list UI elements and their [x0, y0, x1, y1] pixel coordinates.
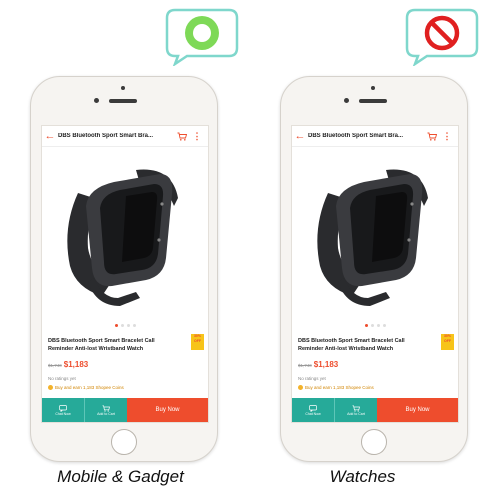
phone-frame: ← DBS Bluetooth Sport Smart Bra... ⋮ DBS… [280, 76, 468, 462]
chat-now-button[interactable]: Chat Now [292, 398, 334, 422]
indicator-dot[interactable] [126, 324, 130, 327]
original-price: $1,740 [48, 363, 62, 368]
coins-text: Buy and earn 1,183 Shopee Coins [55, 385, 124, 390]
sensor-dot [371, 86, 375, 90]
coins-row[interactable]: Buy and earn 1,183 Shopee Coins [48, 385, 124, 390]
coins-row[interactable]: Buy and earn 1,183 Shopee Coins [298, 385, 374, 390]
app-bar: ← DBS Bluetooth Sport Smart Bra... ⋮ [42, 126, 208, 147]
phone-top-bezel [31, 77, 217, 125]
product-image[interactable] [292, 148, 458, 318]
panel-mobile-gadget: ← DBS Bluetooth Sport Smart Bra... ⋮ DBS… [0, 0, 241, 497]
chat-icon [309, 404, 317, 412]
add-to-cart-icon [352, 404, 360, 412]
indicator-dot[interactable] [364, 324, 368, 327]
app-bar-title: DBS Bluetooth Sport Smart Bra... [308, 133, 404, 139]
discount-badge: 30% OFF [441, 334, 454, 350]
chat-now-button[interactable]: Chat Now [42, 398, 84, 422]
sensor-dot [121, 86, 125, 90]
chat-icon [59, 404, 67, 412]
discount-badge: 30% OFF [191, 334, 204, 350]
phone-top-bezel [281, 77, 467, 125]
indicator-dot[interactable] [132, 324, 136, 327]
category-caption: Watches [329, 467, 396, 486]
speaker-grill [109, 99, 137, 103]
ratings-text: No ratings yet [298, 376, 326, 381]
add-to-cart-icon [102, 404, 110, 412]
coins-text: Buy and earn 1,183 Shopee Coins [305, 385, 374, 390]
speaker-grill [359, 99, 387, 103]
add-to-cart-button[interactable]: Add to Cart [84, 398, 127, 422]
app-bar: ← DBS Bluetooth Sport Smart Bra... ⋮ [292, 126, 458, 147]
chat-now-label: Chat Now [305, 411, 321, 416]
original-price: $1,740 [298, 363, 312, 368]
price-row: $1,740 $1,183 [48, 360, 88, 369]
add-to-cart-button[interactable]: Add to Cart [334, 398, 377, 422]
cart-icon[interactable] [174, 126, 190, 146]
price-row: $1,740 $1,183 [298, 360, 338, 369]
camera-icon [344, 98, 349, 103]
sale-price: $1,183 [63, 360, 89, 369]
status-bubble [165, 8, 239, 68]
product-name: DBS Bluetooth Sport Smart Bracelet Call … [298, 338, 405, 352]
indicator-dot[interactable] [376, 324, 380, 327]
chat-now-label: Chat Now [55, 411, 71, 416]
indicator-dot[interactable] [114, 324, 118, 327]
back-arrow-icon[interactable]: ← [42, 126, 58, 146]
home-button[interactable] [361, 429, 387, 455]
panel-watches: ← DBS Bluetooth Sport Smart Bra... ⋮ DBS… [242, 0, 483, 497]
ratings-text: No ratings yet [48, 376, 76, 381]
indicator-dot[interactable] [370, 324, 374, 327]
action-bar: Chat Now Add to Cart Buy Now [292, 398, 458, 422]
app-bar-title: DBS Bluetooth Sport Smart Bra... [58, 133, 154, 139]
coin-icon [298, 385, 303, 390]
cart-icon[interactable] [424, 126, 440, 146]
green-circle-icon [185, 16, 219, 50]
carousel-indicator[interactable] [292, 324, 458, 327]
carousel-indicator[interactable] [42, 324, 208, 327]
product-name: DBS Bluetooth Sport Smart Bracelet Call … [48, 338, 155, 352]
phone-frame: ← DBS Bluetooth Sport Smart Bra... ⋮ DBS… [30, 76, 218, 462]
back-arrow-icon[interactable]: ← [292, 126, 308, 146]
sale-price: $1,183 [313, 360, 339, 369]
camera-icon [94, 98, 99, 103]
buy-now-button[interactable]: Buy Now [127, 398, 208, 422]
more-icon[interactable]: ⋮ [440, 131, 454, 142]
status-bubble [405, 8, 479, 68]
category-caption: Mobile & Gadget [57, 467, 184, 486]
app-screen: ← DBS Bluetooth Sport Smart Bra... ⋮ DBS… [41, 125, 209, 423]
add-to-cart-label: Add to Cart [97, 411, 115, 416]
app-screen: ← DBS Bluetooth Sport Smart Bra... ⋮ DBS… [291, 125, 459, 423]
indicator-dot[interactable] [382, 324, 386, 327]
buy-now-button[interactable]: Buy Now [377, 398, 458, 422]
product-image[interactable] [42, 148, 208, 318]
coin-icon [48, 385, 53, 390]
home-button[interactable] [111, 429, 137, 455]
action-bar: Chat Now Add to Cart Buy Now [42, 398, 208, 422]
indicator-dot[interactable] [120, 324, 124, 327]
add-to-cart-label: Add to Cart [347, 411, 365, 416]
more-icon[interactable]: ⋮ [190, 131, 204, 142]
